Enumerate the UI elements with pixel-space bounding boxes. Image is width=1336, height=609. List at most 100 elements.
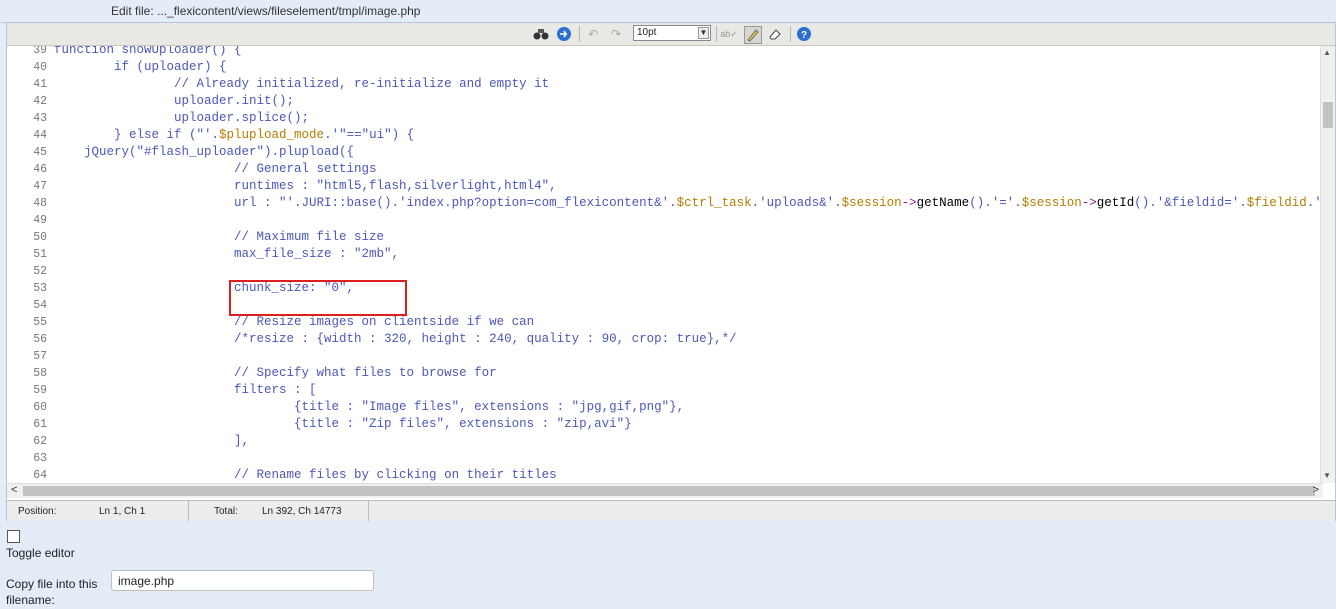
code-text: runtimes : "html5,flash,silverlight,html…: [54, 179, 557, 193]
line-number: 58: [33, 367, 47, 380]
line-number: 50: [33, 231, 47, 244]
code-line: 49: [7, 212, 1323, 229]
copy-filename-input[interactable]: [111, 570, 374, 591]
toggle-editor-checkbox[interactable]: [7, 530, 20, 543]
font-size-select[interactable]: 10pt ▼: [633, 25, 711, 41]
code-line: 47 runtimes : "html5,flash,silverlight,h…: [7, 178, 1323, 195]
svg-text:?: ?: [801, 30, 807, 41]
code-line: 41 // Already initialized, re-initialize…: [7, 76, 1323, 93]
code-line: 43 uploader.splice();: [7, 110, 1323, 127]
code-text: {title : "Zip files", extensions : "zip,…: [54, 417, 632, 431]
line-number: 40: [33, 61, 47, 74]
redo-icon[interactable]: ↷: [608, 26, 624, 42]
code-text: // Rename files by clicking on their tit…: [54, 468, 557, 482]
line-number: 60: [33, 401, 47, 414]
line-number: 47: [33, 180, 47, 193]
chevron-down-icon: ▼: [698, 27, 709, 39]
code-text: function showUploader() {: [54, 46, 242, 57]
code-line: 44 } else if ("'.$plupload_mode.'"=="ui"…: [7, 127, 1323, 144]
code-line: 46 // General settings: [7, 161, 1323, 178]
line-number: 39: [33, 46, 47, 57]
reset-icon[interactable]: [767, 26, 783, 42]
line-number: 52: [33, 265, 47, 278]
status-separator: [188, 501, 189, 521]
toolbar-separator: [790, 26, 791, 42]
code-line: 59 filters : [: [7, 382, 1323, 399]
code-line: 45 jQuery("#flash_uploader").plupload({: [7, 144, 1323, 161]
code-area[interactable]: 39 function showUploader() { 40 if (upload…: [7, 46, 1323, 483]
code-line: 58 // Specify what files to browse for: [7, 365, 1323, 382]
code-text: uploader.splice();: [54, 111, 310, 125]
scroll-down-icon[interactable]: ▼: [1323, 471, 1331, 480]
horizontal-scrollbar[interactable]: < >: [7, 483, 1323, 498]
code-line: 51 max_file_size : "2mb",: [7, 246, 1323, 263]
code-line: 62 ],: [7, 433, 1323, 450]
code-editor[interactable]: ↶ ↷ 10pt ▼ ab✓ ? 39 function showUploader…: [6, 22, 1336, 521]
code-line: 54: [7, 297, 1323, 314]
line-number: 45: [33, 146, 47, 159]
code-text: ],: [54, 434, 250, 448]
line-number: 49: [33, 214, 47, 227]
line-number: 57: [33, 350, 47, 363]
scroll-thumb[interactable]: [1323, 102, 1333, 128]
code-text: // Already initialized, re-initialize an…: [54, 77, 550, 91]
code-text: // Resize images on clientside if we can: [54, 315, 535, 329]
title-bar: Edit file: ..._flexicontent/views/filese…: [0, 0, 1336, 23]
code-line: 50 // Maximum file size: [7, 229, 1323, 246]
code-text: jQuery("#flash_uploader").plupload({: [54, 145, 355, 159]
code-text: url : "'.JURI::base().'index.php?option=…: [54, 196, 1322, 210]
code-text: // Specify what files to browse for: [54, 366, 497, 380]
code-line: 53 chunk_size: "0",: [7, 280, 1323, 297]
editor-toolbar: ↶ ↷ 10pt ▼ ab✓ ?: [7, 23, 1335, 46]
edit-file-title: Edit file: ..._flexicontent/views/filese…: [111, 4, 421, 18]
line-number: 62: [33, 435, 47, 448]
toolbar-separator: [579, 26, 580, 42]
line-number: 48: [33, 197, 47, 210]
scroll-left-icon[interactable]: <: [11, 484, 17, 496]
scroll-up-icon[interactable]: ▲: [1323, 48, 1331, 57]
line-number: 46: [33, 163, 47, 176]
code-line: 52: [7, 263, 1323, 280]
code-line: 57: [7, 348, 1323, 365]
code-text: uploader.init();: [54, 94, 295, 108]
line-number: 64: [33, 469, 47, 482]
line-number: 44: [33, 129, 47, 142]
code-line: 55 // Resize images on clientside if we …: [7, 314, 1323, 331]
code-line: 61 {title : "Zip files", extensions : "z…: [7, 416, 1323, 433]
toggle-editor-label: Toggle editor: [6, 546, 75, 560]
code-text: } else if ("'.$plupload_mode.'"=="ui") {: [54, 128, 415, 142]
toolbar-separator: [716, 26, 717, 42]
line-number: 56: [33, 333, 47, 346]
position-value: Ln 1, Ch 1: [99, 506, 146, 517]
code-text: // General settings: [54, 162, 377, 176]
code-text: /*resize : {width : 320, height : 240, q…: [54, 332, 737, 346]
line-number: 43: [33, 112, 47, 125]
code-line: 48 url : "'.JURI::base().'index.php?opti…: [7, 195, 1323, 212]
spellcheck-icon[interactable]: ab✓: [720, 26, 738, 42]
font-size-value: 10pt: [637, 27, 657, 38]
code-line: 60 {title : "Image files", extensions : …: [7, 399, 1323, 416]
line-number: 42: [33, 95, 47, 108]
goto-icon[interactable]: [556, 26, 572, 42]
code-line: 42 uploader.init();: [7, 93, 1323, 110]
scroll-thumb[interactable]: [23, 486, 1315, 496]
code-line: 56 /*resize : {width : 320, height : 240…: [7, 331, 1323, 348]
help-icon[interactable]: ?: [796, 26, 812, 42]
copy-file-label: Copy file into this filename:: [6, 577, 98, 607]
status-separator: [368, 501, 369, 521]
code-line: 64 // Rename files by clicking on their …: [7, 467, 1323, 483]
code-text: // Maximum file size: [54, 230, 385, 244]
highlight-icon[interactable]: [744, 26, 762, 44]
status-bar: Position: Ln 1, Ch 1 Total: Ln 392, Ch 1…: [7, 500, 1335, 521]
undo-icon[interactable]: ↶: [585, 26, 601, 42]
vertical-scrollbar[interactable]: ▲ ▼: [1320, 46, 1335, 483]
code-line: 39 function showUploader() {: [7, 46, 1323, 59]
total-label: Total:: [214, 506, 238, 517]
highlight-box: [229, 280, 407, 316]
scroll-right-icon[interactable]: >: [1313, 484, 1319, 496]
line-number: 55: [33, 316, 47, 329]
code-line: 63: [7, 450, 1323, 467]
code-text: max_file_size : "2mb",: [54, 247, 400, 261]
code-text: if (uploader) {: [54, 60, 227, 74]
search-icon[interactable]: [533, 26, 549, 42]
